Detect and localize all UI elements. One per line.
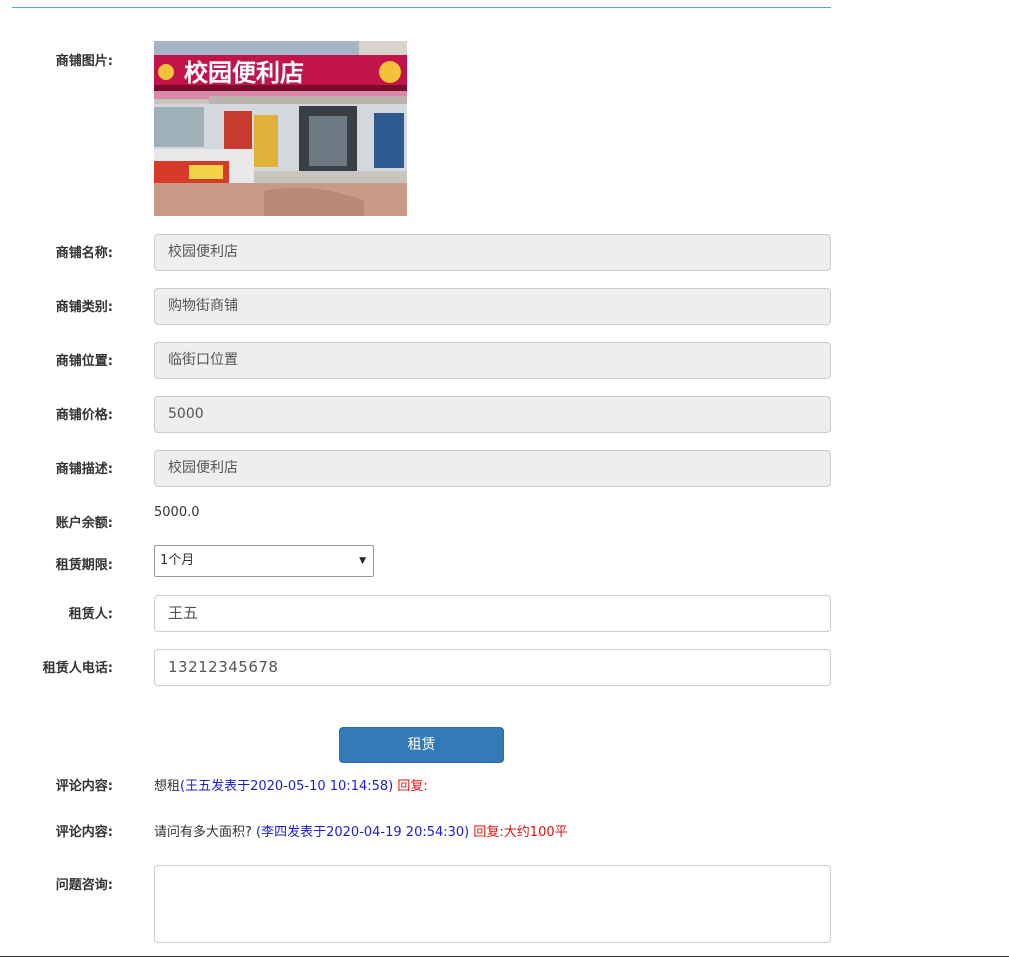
rent-button[interactable]: 租赁: [339, 727, 504, 763]
comment-item: 想租(王五发表于2020-05-10 10:14:58) 回复:: [154, 775, 428, 794]
label-comment-1: 评论内容:: [55, 779, 113, 794]
label-shop-description: 商铺描述:: [55, 462, 113, 477]
top-divider: [12, 7, 831, 8]
label-account-balance: 账户余额:: [55, 516, 113, 531]
account-balance-value: 5000.0: [154, 505, 200, 520]
tenant-phone-input[interactable]: 13212345678: [154, 649, 831, 686]
shop-name-field[interactable]: 校园便利店: [154, 234, 831, 271]
label-inquiry: 问题咨询:: [55, 878, 113, 893]
shop-price-field[interactable]: 5000: [154, 396, 831, 433]
label-shop-image: 商铺图片:: [55, 54, 113, 69]
shop-location-field[interactable]: 临街口位置: [154, 342, 831, 379]
bottom-divider: [0, 956, 1009, 957]
comment-item: 请问有多大面积? (李四发表于2020-04-19 20:54:30) 回复:大…: [154, 821, 568, 840]
label-shop-price: 商铺价格:: [55, 408, 113, 423]
shop-description-field[interactable]: 校园便利店: [154, 450, 831, 487]
label-shop-name: 商铺名称:: [55, 246, 113, 261]
comment-text: 请问有多大面积?: [154, 825, 252, 840]
comment-meta: (李四发表于2020-04-19 20:54:30): [256, 825, 470, 840]
label-comment-2: 评论内容:: [55, 825, 113, 840]
label-rental-period: 租赁期限:: [55, 558, 113, 573]
comment-reply: 大约100平: [503, 825, 568, 840]
label-tenant: 租赁人:: [68, 607, 113, 622]
inquiry-textarea[interactable]: [154, 865, 831, 943]
comment-reply-label: 回复:: [397, 779, 428, 794]
label-shop-category: 商铺类别:: [55, 300, 113, 315]
comment-text: 想租: [154, 779, 181, 794]
rental-period-select[interactable]: 1个月 ▼: [154, 545, 374, 577]
comment-meta: (王五发表于2020-05-10 10:14:58): [180, 779, 394, 794]
shop-photo: 校园便利店: [154, 41, 407, 216]
shop-sign-text: 校园便利店: [184, 59, 304, 87]
comment-reply-label: 回复:: [473, 825, 504, 840]
tenant-input[interactable]: 王五: [154, 595, 831, 632]
dropdown-arrow-icon: ▼: [359, 556, 366, 566]
shop-category-field[interactable]: 购物街商铺: [154, 288, 831, 325]
label-tenant-phone: 租赁人电话:: [42, 661, 113, 676]
label-shop-location: 商铺位置:: [55, 354, 113, 369]
rental-period-selected: 1个月: [160, 553, 195, 568]
